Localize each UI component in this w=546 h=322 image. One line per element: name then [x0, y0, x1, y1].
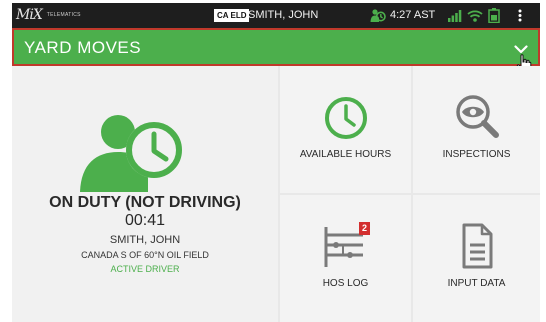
- tile-label: AVAILABLE HOURS: [299, 149, 392, 160]
- duty-status-panel: ON DUTY (NOT DRIVING) 00:41 SMITH, JOHN …: [12, 66, 278, 322]
- duty-status-dropdown[interactable]: YARD MOVES: [12, 28, 540, 66]
- tile-label: INSPECTIONS: [442, 149, 511, 160]
- tile-inspections[interactable]: INSPECTIONS: [413, 66, 540, 193]
- header-title: YARD MOVES: [24, 38, 142, 57]
- driver-clock-icon: [370, 8, 386, 28]
- magnifier-eye-icon: [454, 94, 500, 143]
- tile-label: HOS LOG: [322, 278, 369, 289]
- duty-status-title: ON DUTY (NOT DRIVING): [49, 194, 241, 211]
- duty-status-timer: 00:41: [124, 212, 166, 229]
- status-bar: MiX TELEMATICS CA ELD SMITH, JOHN 4:27 A…: [12, 3, 540, 28]
- document-icon: [460, 223, 494, 274]
- driver-clock-icon: [78, 106, 186, 197]
- clock-icon: [324, 96, 368, 145]
- dashboard: ON DUTY (NOT DRIVING) 00:41 SMITH, JOHN …: [12, 66, 540, 322]
- logo-mark: MiX: [16, 7, 43, 23]
- wifi-icon: [467, 9, 483, 27]
- hos-log-badge: 2: [359, 222, 370, 235]
- eld-badge: CA ELD: [214, 9, 250, 22]
- tile-input-data[interactable]: INPUT DATA: [413, 195, 540, 322]
- battery-icon: [488, 8, 500, 28]
- active-driver-label: ACTIVE DRIVER: [110, 264, 180, 274]
- driver-name: SMITH, JOHN: [109, 234, 181, 246]
- tile-hos-log[interactable]: HOS LOG: [280, 195, 411, 322]
- tile-available-hours[interactable]: AVAILABLE HOURS: [280, 66, 411, 193]
- logo-subtext: TELEMATICS: [46, 12, 81, 18]
- tile-label: INPUT DATA: [447, 278, 506, 289]
- status-bar-time: 4:27 AST: [390, 9, 436, 21]
- signal-icon: [448, 9, 462, 27]
- mix-logo: MiX TELEMATICS: [16, 7, 81, 23]
- overflow-menu-icon[interactable]: [518, 9, 522, 27]
- operating-zone: CANADA S OF 60°N OIL FIELD: [81, 250, 209, 260]
- status-bar-driver-name: SMITH, JOHN: [248, 9, 319, 21]
